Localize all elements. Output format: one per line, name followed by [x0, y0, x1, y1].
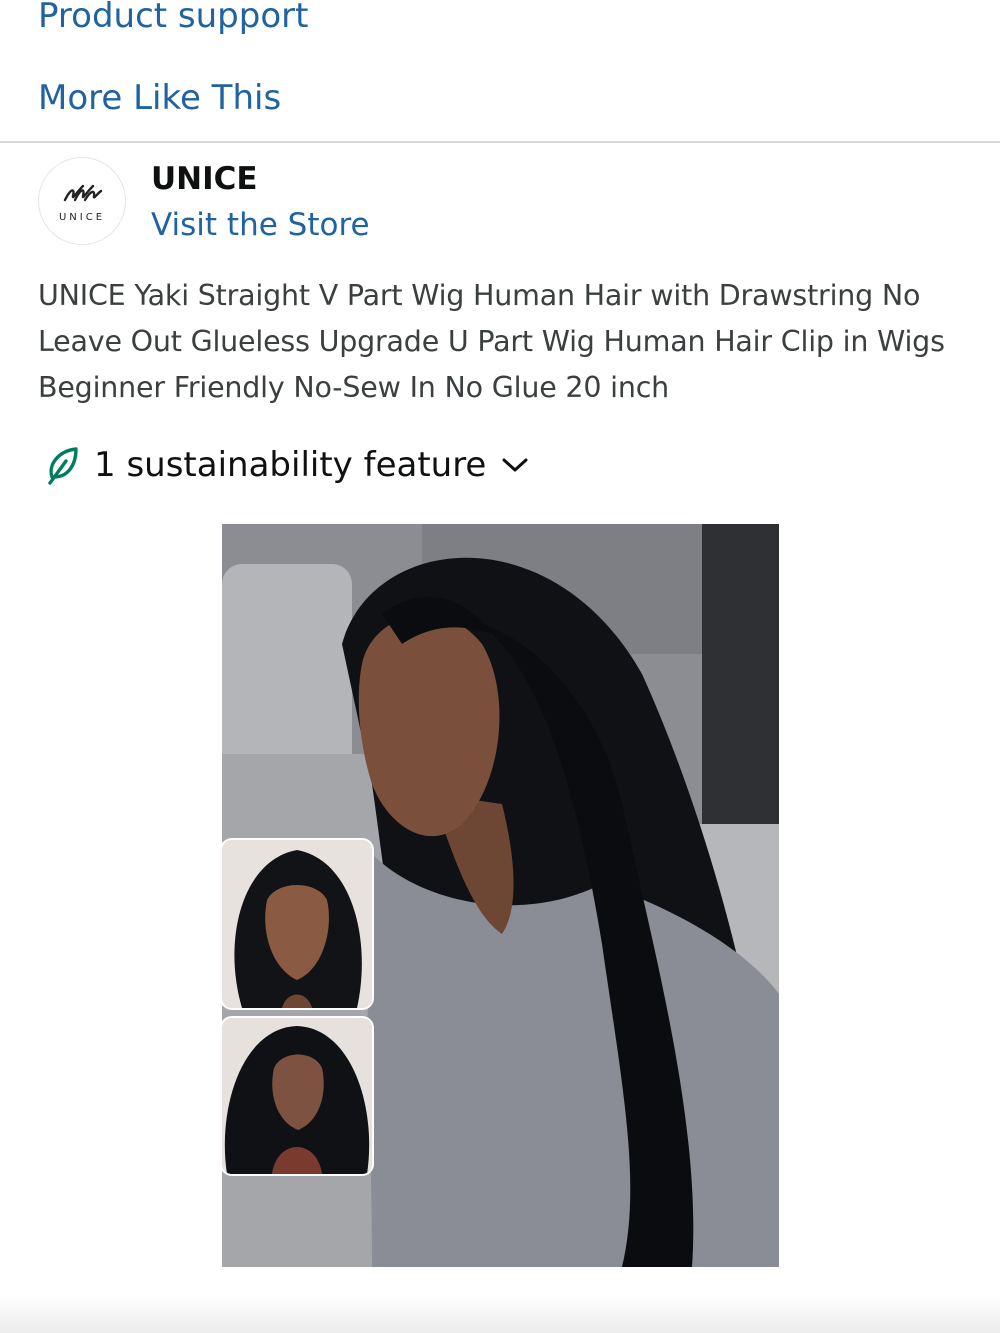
logo-wordmark: UNICE: [58, 212, 106, 223]
sustainability-label: 1 sustainability feature: [94, 445, 487, 485]
product-support-link[interactable]: Product support: [38, 0, 308, 36]
visit-store-link[interactable]: Visit the Store: [151, 205, 370, 245]
thumbnail-inset-body-wave[interactable]: [222, 1018, 372, 1174]
leaf-icon: [48, 447, 78, 485]
thumbnail-inset-front[interactable]: [222, 840, 372, 1008]
bottom-edge-fade: [0, 1295, 1000, 1333]
chevron-down-icon: [502, 458, 528, 472]
inset-photo-body-wave: [222, 1018, 372, 1174]
more-like-this-link[interactable]: More Like This: [38, 78, 281, 118]
store-name: UNICE: [151, 161, 258, 197]
inset-photo-front: [222, 840, 372, 1008]
section-divider: [0, 141, 1000, 143]
store-logo[interactable]: UNICE: [38, 157, 126, 245]
product-title: UNICE Yaki Straight V Part Wig Human Hai…: [38, 279, 945, 404]
unice-logo-icon: [63, 184, 103, 202]
sustainability-feature-toggle[interactable]: 1 sustainability feature: [44, 442, 530, 488]
product-main-image[interactable]: [222, 524, 779, 1267]
